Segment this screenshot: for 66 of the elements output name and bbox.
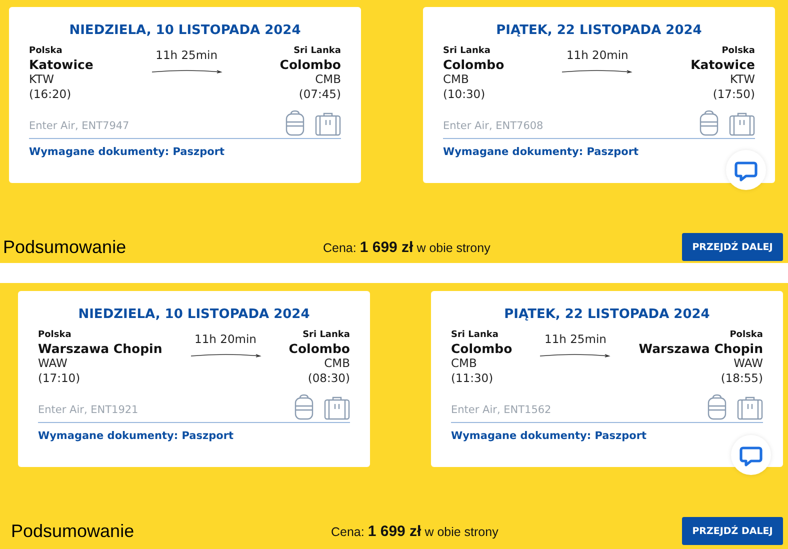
city-label: Colombo bbox=[288, 341, 350, 356]
airport-code: CMB bbox=[315, 72, 341, 87]
backpack-icon bbox=[285, 110, 305, 136]
city-label: Katowice bbox=[29, 57, 94, 72]
flight-duration: 11h 25min bbox=[156, 48, 218, 62]
arrow-icon bbox=[150, 68, 223, 74]
required-documents: Wymagane dokumenty: Paszport bbox=[443, 146, 640, 158]
airport-code: KTW bbox=[730, 72, 755, 87]
city-label: Colombo bbox=[451, 341, 512, 356]
continue-button[interactable]: PRZEJDŹ DALEJ bbox=[682, 517, 783, 545]
departure-time: (11:30) bbox=[451, 371, 494, 386]
country-label: Polska bbox=[29, 46, 62, 56]
backpack-icon bbox=[707, 394, 727, 420]
city-label: Colombo bbox=[280, 57, 341, 72]
backpack-icon bbox=[294, 394, 314, 420]
price-text: Cena: 1 699 zł w obie strony bbox=[322, 238, 492, 256]
suitcase-icon bbox=[737, 396, 763, 420]
flight-date: NIEDZIELA, 10 LISTOPADA 2024 bbox=[77, 307, 311, 322]
city-label: Katowice bbox=[690, 57, 755, 72]
arrow-icon bbox=[190, 352, 262, 358]
country-label: Sri Lanka bbox=[443, 46, 490, 56]
flight-duration: 11h 20min bbox=[566, 48, 628, 62]
country-label: Polska bbox=[730, 330, 763, 340]
flight-duration: 11h 25min bbox=[544, 332, 606, 346]
flight-date: PIĄTEK, 22 LISTOPADA 2024 bbox=[495, 23, 703, 38]
price-text: Cena: 1 699 zł w obie strony bbox=[330, 522, 500, 540]
city-label: Colombo bbox=[443, 57, 504, 72]
airport-code: CMB bbox=[324, 356, 350, 371]
flight-date: NIEDZIELA, 10 LISTOPADA 2024 bbox=[68, 23, 302, 38]
airport-code: WAW bbox=[38, 356, 68, 371]
flight-date: PIĄTEK, 22 LISTOPADA 2024 bbox=[503, 307, 711, 322]
country-label: Sri Lanka bbox=[294, 46, 341, 56]
arrow-icon bbox=[539, 352, 612, 358]
flight-number: Enter Air, ENT7608 bbox=[443, 120, 544, 134]
country-label: Polska bbox=[38, 330, 72, 340]
summary-title: Podsumowanie bbox=[11, 520, 136, 542]
departure-time: (10:30) bbox=[443, 87, 486, 102]
suitcase-icon bbox=[729, 112, 755, 136]
departure-time: (16:20) bbox=[29, 87, 72, 102]
country-label: Sri Lanka bbox=[451, 330, 498, 340]
flight-number: Enter Air, ENT7947 bbox=[29, 120, 130, 134]
airport-code: WAW bbox=[734, 356, 763, 371]
flight-number: Enter Air, ENT1921 bbox=[38, 404, 140, 418]
country-label: Polska bbox=[722, 46, 755, 56]
city-label: Warszawa Chopin bbox=[638, 341, 763, 356]
required-documents: Wymagane dokumenty: Paszport bbox=[451, 430, 648, 442]
arrival-time: (17:50) bbox=[712, 87, 755, 102]
arrow-icon bbox=[561, 68, 634, 74]
backpack-icon bbox=[699, 110, 719, 136]
required-documents: Wymagane dokumenty: Paszport bbox=[38, 430, 235, 442]
city-label: Warszawa Chopin bbox=[38, 341, 162, 356]
airport-code: KTW bbox=[29, 72, 54, 87]
required-documents: Wymagane dokumenty: Paszport bbox=[29, 146, 226, 158]
continue-button[interactable]: PRZEJDŹ DALEJ bbox=[682, 233, 783, 261]
arrival-time: (07:45) bbox=[298, 87, 341, 102]
flight-number: Enter Air, ENT1562 bbox=[451, 404, 552, 418]
airport-code: CMB bbox=[443, 72, 469, 87]
arrival-time: (18:55) bbox=[720, 371, 763, 386]
arrival-time: (08:30) bbox=[308, 371, 350, 386]
suitcase-icon bbox=[315, 112, 341, 136]
summary-title: Podsumowanie bbox=[3, 236, 128, 258]
suitcase-icon bbox=[324, 396, 350, 420]
airport-code: CMB bbox=[451, 356, 477, 371]
departure-time: (17:10) bbox=[38, 371, 80, 386]
country-label: Sri Lanka bbox=[302, 330, 350, 340]
flight-duration: 11h 20min bbox=[194, 332, 256, 346]
